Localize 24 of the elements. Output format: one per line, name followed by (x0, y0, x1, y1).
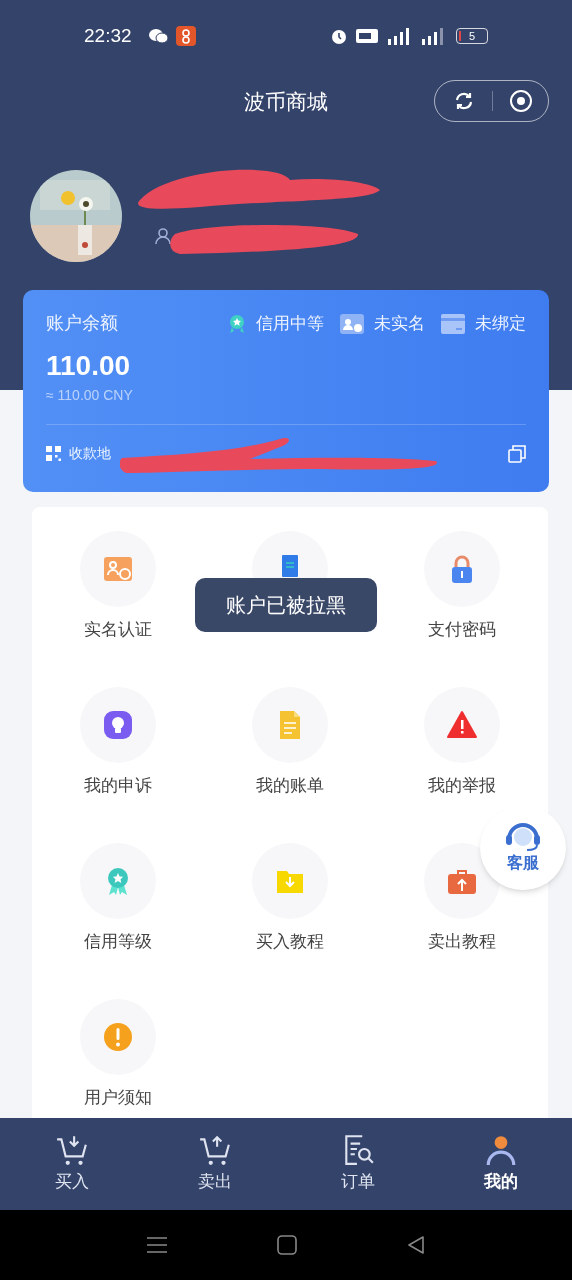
menu-item-label[interactable]: 信用等级 (84, 931, 152, 953)
address-label: 收款地 (69, 444, 111, 463)
menu-item-label[interactable]: 我的举报 (428, 775, 496, 797)
battery-indicator: 5 (456, 28, 488, 44)
converted-amount: ≈ 110.00 CNY (46, 386, 134, 405)
menu-item-label[interactable]: 我的申诉 (84, 775, 152, 797)
balance-label: 账户余额 (46, 312, 118, 335)
status-time: 22:32 (84, 23, 132, 48)
menu-item-label[interactable]: 我的账单 (256, 775, 324, 797)
blacklist-toast: 账户已被拉黑 (195, 578, 377, 632)
balance-amount: 110.00 (46, 349, 132, 383)
menu-item-label[interactable]: 实名认证 (84, 619, 152, 641)
menu-item-label[interactable]: 用户须知 (84, 1087, 152, 1109)
tab[interactable]: 订单 (286, 1118, 429, 1210)
status-badge-label: 信用中等 (256, 312, 324, 335)
tab[interactable]: 买入 (0, 1118, 143, 1210)
menu-item-label[interactable]: 买入教程 (256, 931, 324, 953)
status-badge-label: 未绑定 (475, 312, 526, 335)
page-title: 波币商城 (244, 89, 328, 116)
tab[interactable]: 卖出 (143, 1118, 286, 1210)
status-badge-label: 未实名 (374, 312, 425, 335)
tab[interactable]: 我的 (429, 1118, 572, 1210)
menu-item-label[interactable]: 卖出教程 (428, 931, 496, 953)
menu-item-label[interactable]: 支付密码 (428, 619, 496, 641)
